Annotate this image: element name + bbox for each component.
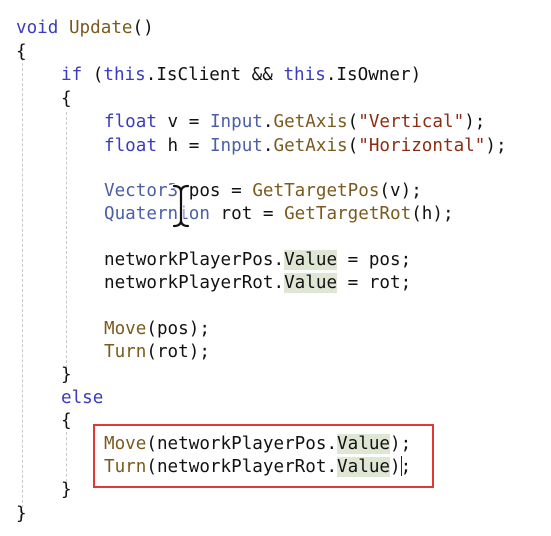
code-text: . xyxy=(262,136,274,156)
annotation-highlight-box xyxy=(93,424,434,488)
code-line-12: Turn(rot); xyxy=(104,341,210,363)
i-beam-cursor-icon xyxy=(172,184,190,228)
class-input: Input xyxy=(209,136,263,156)
type-float: float xyxy=(104,136,157,156)
indent-guide-else-block xyxy=(66,432,67,482)
method-getaxis: GetAxis xyxy=(273,112,348,132)
code-editor[interactable]: void Update() { if (this.IsClient && thi… xyxy=(0,0,551,536)
code-text: (rot); xyxy=(146,342,210,362)
keyword-void: void xyxy=(16,18,59,38)
code-line-18: } xyxy=(61,479,72,501)
code-text: () xyxy=(132,18,154,38)
close-brace: } xyxy=(61,365,72,385)
method-getaxis: GetAxis xyxy=(273,136,348,156)
code-line-19: } xyxy=(16,503,27,525)
code-text: ); xyxy=(464,112,486,132)
code-line-13: } xyxy=(61,364,72,386)
open-brace: { xyxy=(61,411,72,431)
code-text: h = xyxy=(156,136,210,156)
code-line-3: if (this.IsClient && this.IsOwner) xyxy=(61,64,421,86)
close-brace: } xyxy=(16,504,27,524)
indent-guide-if-block xyxy=(66,112,67,368)
class-input: Input xyxy=(209,112,263,132)
code-text: = rot; xyxy=(337,273,412,293)
code-text: networkPlayerRot. xyxy=(104,273,285,293)
keyword-if: if xyxy=(61,65,83,85)
code-line-15: { xyxy=(61,410,72,432)
value-property: Value xyxy=(284,273,338,293)
code-text: v = xyxy=(156,112,210,132)
code-text: .IsOwner) xyxy=(325,65,422,85)
open-brace: { xyxy=(61,89,72,109)
code-text: ); xyxy=(485,136,507,156)
code-text: = pos; xyxy=(337,250,412,270)
indent-guide-outer xyxy=(22,48,23,518)
close-brace: } xyxy=(61,480,72,500)
code-line-4: { xyxy=(61,88,72,110)
code-text: (h); xyxy=(411,204,454,224)
code-line-7: Vector3 pos = GetTargetPos(v); xyxy=(104,180,422,202)
code-line-1: void Update() xyxy=(16,17,154,39)
code-line-5: float v = Input.GetAxis("Vertical"); xyxy=(104,111,485,133)
code-text: rot = xyxy=(209,204,285,224)
keyword-else: else xyxy=(61,388,104,408)
code-text: ( xyxy=(347,112,359,132)
code-text: ( xyxy=(82,65,104,85)
code-line-6: float h = Input.GetAxis("Horizontal"); xyxy=(104,135,507,157)
open-brace: { xyxy=(16,42,27,62)
keyword-this: this xyxy=(103,65,146,85)
type-vector3: Vector3 xyxy=(104,181,179,201)
method-gettargetpos: GetTargetPos xyxy=(252,181,380,201)
type-float: float xyxy=(104,112,157,132)
code-text: ( xyxy=(347,136,359,156)
code-line-9: networkPlayerPos.Value = pos; xyxy=(104,249,411,271)
text-caret xyxy=(401,456,402,476)
string-literal: "Horizontal" xyxy=(358,136,486,156)
code-line-8: Quaternion rot = GetTargetRot(h); xyxy=(104,203,454,225)
code-text: (pos); xyxy=(146,319,210,339)
code-text: . xyxy=(262,112,274,132)
code-text: (v); xyxy=(379,181,422,201)
type-quaternion: Quaternion xyxy=(104,204,210,224)
code-line-10: networkPlayerRot.Value = rot; xyxy=(104,272,411,294)
code-line-11: Move(pos); xyxy=(104,318,210,340)
code-text: networkPlayerPos. xyxy=(104,250,285,270)
method-gettargetrot: GetTargetRot xyxy=(284,204,412,224)
method-move: Move xyxy=(104,319,147,339)
code-line-14: else xyxy=(61,387,103,409)
string-literal: "Vertical" xyxy=(358,112,465,132)
value-property: Value xyxy=(284,250,338,270)
method-update: Update xyxy=(68,18,133,38)
code-text: .IsClient && xyxy=(145,65,284,85)
method-turn: Turn xyxy=(104,342,147,362)
keyword-this: this xyxy=(283,65,326,85)
code-line-2: { xyxy=(16,41,27,63)
